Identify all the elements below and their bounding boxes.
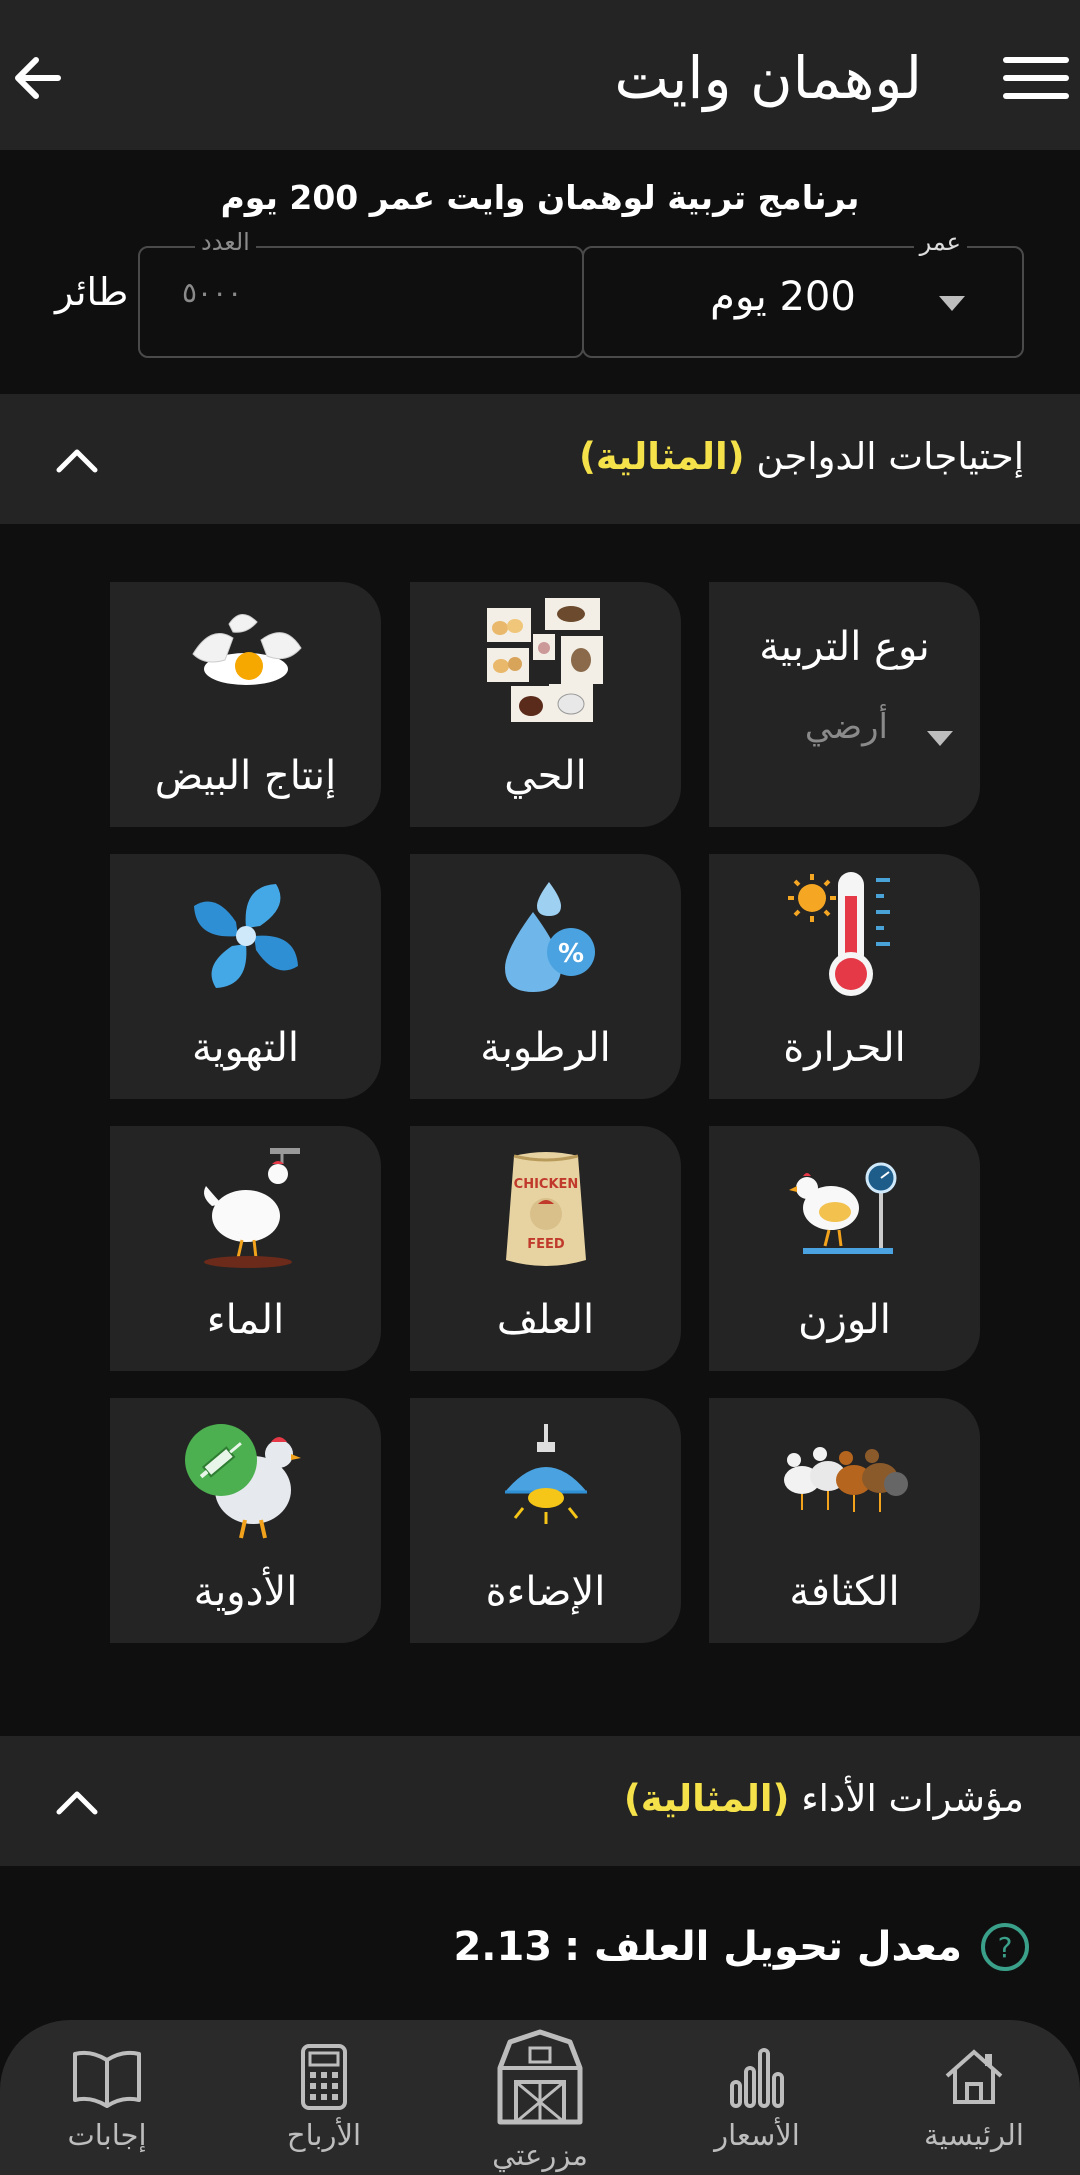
bird-count-field[interactable]: العدد ٥٠٠٠ <box>138 228 584 358</box>
bottom-navigation: الرئيسية الأسعار مزرعتي الأرباح إجابات <box>0 2020 1080 2175</box>
fcr-value: 2.13 <box>453 1924 553 1970</box>
breeding-type-select[interactable]: أرضي <box>709 707 980 767</box>
fan-icon <box>110 876 381 996</box>
help-circle-icon[interactable]: ? <box>980 1922 1030 1972</box>
nav-prices[interactable]: الأسعار <box>667 2020 847 2175</box>
count-label: العدد <box>195 228 256 256</box>
nav-my-farm-label: مزرعتي <box>492 2138 588 2172</box>
ventilation-label: التهوية <box>191 1025 300 1071</box>
tile-water[interactable]: الماء <box>110 1126 381 1371</box>
lighting-label: الإضاءة <box>485 1569 606 1615</box>
tile-weight[interactable]: الوزن <box>709 1126 980 1371</box>
tile-temperature[interactable]: الحرارة <box>709 854 980 1099</box>
egg-icon <box>110 604 381 724</box>
tile-feed[interactable]: CHICKEN FEED العلف <box>410 1126 681 1371</box>
top-app-bar: لوهمان وايت <box>0 0 1080 150</box>
program-title: برنامج تربية لوهمان وايت عمر 200 يوم <box>220 178 860 217</box>
nav-home-label: الرئيسية <box>924 2118 1024 2152</box>
home-icon <box>884 2042 1064 2112</box>
nav-prices-label: الأسعار <box>714 2118 800 2152</box>
tile-medicines[interactable]: الأدوية <box>110 1398 381 1643</box>
dropdown-arrow-icon <box>939 296 965 311</box>
weight-label: الوزن <box>798 1297 891 1343</box>
ceiling-lamp-icon <box>410 1420 681 1540</box>
tile-ventilation[interactable]: التهوية <box>110 854 381 1099</box>
dropdown-arrow-icon <box>927 731 953 746</box>
bar-chart-icon <box>667 2042 847 2112</box>
needs-title-highlight: (المثالية) <box>578 435 745 478</box>
needs-title-text: إحتياجات الدواجن <box>756 435 1024 478</box>
chevron-up-icon[interactable] <box>55 1786 99 1816</box>
chevron-up-icon[interactable] <box>55 444 99 474</box>
thermometer-icon <box>709 866 980 1001</box>
chicken-flock-icon <box>709 1420 980 1540</box>
performance-section-header[interactable]: مؤشرات الأداء (المثالية) <box>0 1736 1080 1866</box>
nav-profits[interactable]: الأرباح <box>234 2020 414 2175</box>
fcr-label: معدل تحويل العلف : <box>564 1924 962 1970</box>
tile-lighting[interactable]: الإضاءة <box>410 1398 681 1643</box>
fcr-row: ? معدل تحويل العلف : 2.13 <box>453 1914 1030 1980</box>
performance-title-highlight: (المثالية) <box>623 1777 790 1820</box>
chicken-scale-icon <box>709 1148 980 1268</box>
barn-icon <box>450 2028 630 2128</box>
nav-home[interactable]: الرئيسية <box>884 2020 1064 2175</box>
svg-text:FEED: FEED <box>527 1237 565 1252</box>
age-label: عمر <box>913 228 967 256</box>
tile-density[interactable]: الكثافة <box>709 1398 980 1643</box>
count-placeholder: ٥٠٠٠ <box>182 276 243 309</box>
age-select[interactable]: عمر 200 يوم <box>582 228 1024 358</box>
tile-humidity[interactable]: % الرطوبة <box>410 854 681 1099</box>
chicken-vaccine-icon <box>110 1420 381 1540</box>
breeding-type-value: أرضي <box>804 707 888 747</box>
nav-profits-label: الأرباح <box>286 2118 362 2152</box>
page-title: لوهمان وايت <box>614 44 922 112</box>
tile-live[interactable]: الحي <box>410 582 681 827</box>
needs-section-title: إحتياجات الدواجن (المثالية) <box>579 432 1024 482</box>
tile-egg-production[interactable]: إنتاج البيض <box>110 582 381 827</box>
svg-text:CHICKEN: CHICKEN <box>513 1177 578 1192</box>
humidity-label: الرطوبة <box>480 1025 611 1071</box>
water-label: الماء <box>206 1297 285 1343</box>
bird-unit-label: طائر <box>55 270 129 314</box>
performance-title-text: مؤشرات الأداء <box>801 1777 1024 1820</box>
svg-text:?: ? <box>998 1931 1013 1964</box>
egg-production-label: إنتاج البيض <box>154 753 337 799</box>
live-label: الحي <box>504 753 587 799</box>
birds-collage-icon <box>410 594 681 729</box>
feed-label: العلف <box>496 1297 595 1343</box>
age-value: 200 يوم <box>710 274 856 320</box>
density-label: الكثافة <box>789 1569 900 1615</box>
temperature-label: الحرارة <box>783 1025 906 1071</box>
arrow-back-icon[interactable] <box>10 48 70 108</box>
book-icon <box>17 2042 197 2112</box>
hamburger-menu-icon[interactable] <box>1003 57 1069 99</box>
feed-bag-icon: CHICKEN FEED <box>410 1148 681 1268</box>
svg-text:%: % <box>557 939 583 969</box>
needs-section-header[interactable]: إحتياجات الدواجن (المثالية) <box>0 394 1080 524</box>
tile-breeding-type[interactable]: نوع التربية أرضي <box>709 582 980 827</box>
humidity-drop-icon: % <box>410 876 681 996</box>
medicines-label: الأدوية <box>193 1569 298 1615</box>
performance-section-title: مؤشرات الأداء (المثالية) <box>624 1774 1024 1824</box>
nav-answers[interactable]: إجابات <box>17 2020 197 2175</box>
calculator-icon <box>234 2042 414 2112</box>
nav-answers-label: إجابات <box>67 2118 147 2152</box>
breeding-type-title: نوع التربية <box>759 624 930 670</box>
chicken-drinker-icon <box>110 1146 381 1271</box>
nav-my-farm[interactable]: مزرعتي <box>450 2020 630 2175</box>
